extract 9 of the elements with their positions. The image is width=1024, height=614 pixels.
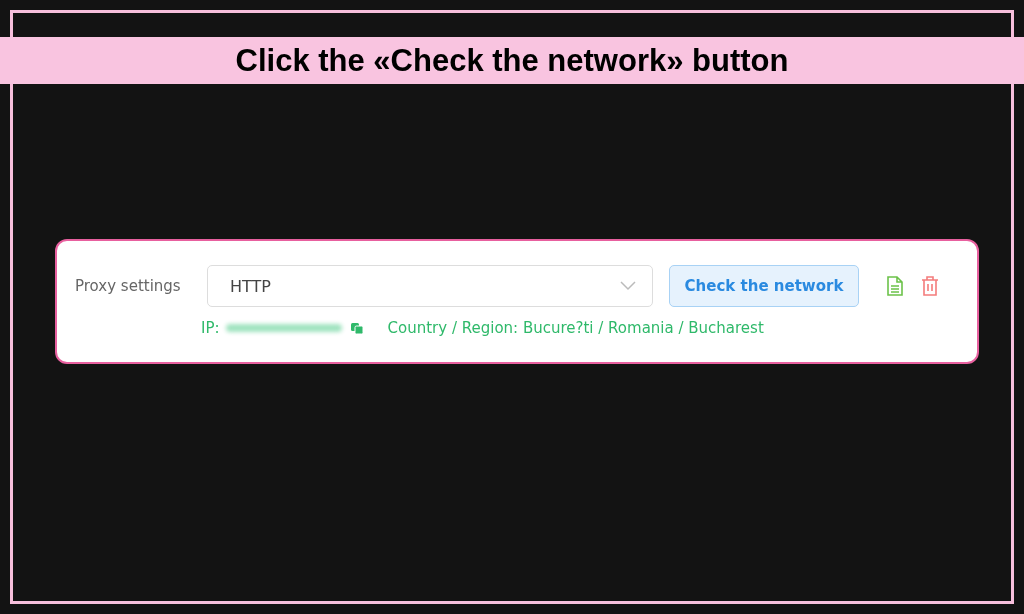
protocol-select[interactable]: HTTP — [207, 265, 653, 307]
copy-icon[interactable] — [349, 321, 364, 335]
ip-label: IP: — [201, 319, 220, 337]
chevron-down-icon — [620, 281, 636, 291]
location-text: Country / Region: Bucure?ti / Romania / Bucharest — [387, 319, 764, 337]
trash-icon[interactable] — [921, 276, 939, 296]
instruction-banner: Click the «Check the network» button — [0, 37, 1024, 84]
proxy-settings-label: Proxy settings — [75, 277, 182, 295]
document-icon[interactable] — [887, 276, 903, 296]
